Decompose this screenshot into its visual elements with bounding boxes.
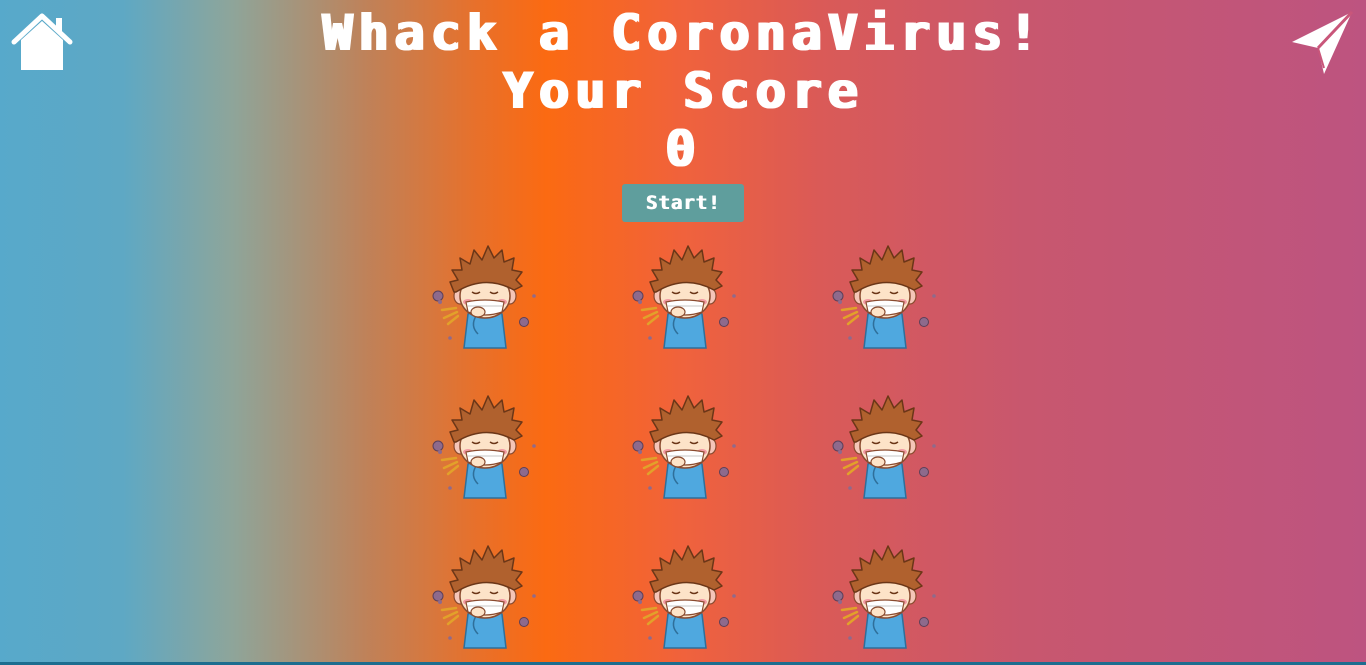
- sneezing-boy-with-mask-icon: [832, 395, 936, 499]
- game-board: [430, 244, 940, 654]
- hole-6[interactable]: [830, 394, 940, 502]
- sneezing-boy-with-mask-icon: [632, 395, 736, 499]
- start-button[interactable]: Start!: [622, 184, 744, 222]
- hole-9[interactable]: [830, 544, 940, 652]
- hole-8[interactable]: [630, 544, 740, 652]
- game-title: Whack a CoronaVirus!: [321, 4, 1045, 62]
- hole-4[interactable]: [430, 394, 540, 502]
- hole-2[interactable]: [630, 244, 740, 352]
- score-label: Your Score: [502, 62, 864, 120]
- sneezing-boy-with-mask-icon: [832, 545, 936, 649]
- score-value: 0: [664, 120, 702, 178]
- sneezing-boy-with-mask-icon: [432, 545, 536, 649]
- sneezing-boy-with-mask-icon: [432, 395, 536, 499]
- sneezing-boy-with-mask-icon: [632, 245, 736, 349]
- hole-5[interactable]: [630, 394, 740, 502]
- sneezing-boy-with-mask-icon: [432, 245, 536, 349]
- sneezing-boy-with-mask-icon: [832, 245, 936, 349]
- hole-3[interactable]: [830, 244, 940, 352]
- sneezing-boy-with-mask-icon: [632, 545, 736, 649]
- hole-7[interactable]: [430, 544, 540, 652]
- hole-1[interactable]: [430, 244, 540, 352]
